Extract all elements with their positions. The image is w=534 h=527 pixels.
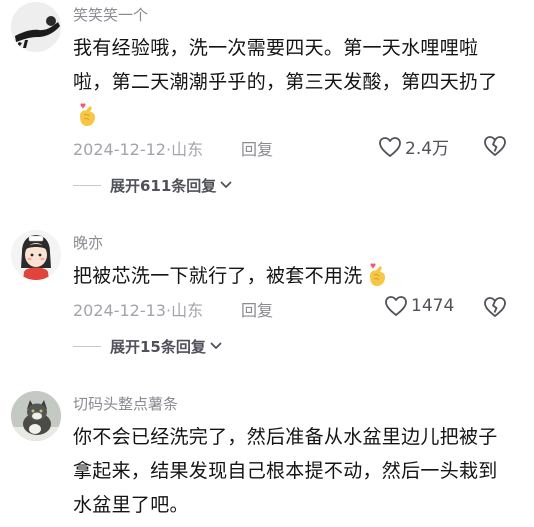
comment-meta: 2024-12-13·山东 回复 1474 xyxy=(73,295,513,321)
avatar-image xyxy=(11,230,61,280)
expand-replies-label: 展开611条回复 xyxy=(110,176,217,195)
finger-heart-emoji xyxy=(76,102,98,139)
finger-heart-emoji xyxy=(366,262,388,299)
expand-replies-label: 展开15条回复 xyxy=(110,337,206,356)
broken-heart-icon[interactable] xyxy=(483,135,507,157)
comment-text-content: 我有经验哦，洗一次需要四天。第一天水哩哩啦啦，第二天潮潮乎乎的，第三天发酸，第四… xyxy=(73,37,498,93)
comment-item: 切码头整点薯条 你不会已经洗完了，然后准备从水盆里边儿把被子拿起来，结果发现自己… xyxy=(0,389,534,527)
like-count: 2.4万 xyxy=(405,139,450,159)
comment-date: 2024-12-13 xyxy=(73,301,166,320)
broken-heart-icon[interactable] xyxy=(483,296,507,318)
avatar-image xyxy=(11,391,61,441)
chevron-down-icon xyxy=(210,342,222,349)
comment-date-location: 2024-12-12·山东 xyxy=(73,136,203,160)
divider-line xyxy=(73,345,101,347)
like-button[interactable]: 1474 xyxy=(384,295,454,317)
comment-username[interactable]: 晚亦 xyxy=(73,232,103,253)
expand-replies-button[interactable]: 展开611条回复 xyxy=(73,173,232,197)
like-count: 1474 xyxy=(411,296,455,316)
like-button[interactable]: 2.4万 xyxy=(378,134,449,159)
comment-location: 山东 xyxy=(171,301,204,320)
comment-text: 把被芯洗一下就行了，被套不用洗 xyxy=(73,259,513,299)
comment-username[interactable]: 笑笑笑一个 xyxy=(73,4,148,25)
comment-text: 你不会已经洗完了，然后准备从水盆里边儿把被子拿起来，结果发现自己根本提不动，然后… xyxy=(73,420,513,522)
comment-text-content: 你不会已经洗完了，然后准备从水盆里边儿把被子拿起来，结果发现自己根本提不动，然后… xyxy=(73,426,498,516)
comment-text: 我有经验哦，洗一次需要四天。第一天水哩哩啦啦，第二天潮潮乎乎的，第三天发酸，第四… xyxy=(73,31,513,139)
expand-replies-button[interactable]: 展开15条回复 xyxy=(73,334,222,358)
avatar-image xyxy=(11,2,61,52)
avatar[interactable] xyxy=(11,230,61,280)
avatar[interactable] xyxy=(11,2,61,52)
divider-line xyxy=(73,184,101,186)
comment-item: 笑笑笑一个 我有经验哦，洗一次需要四天。第一天水哩哩啦啦，第二天潮潮乎乎的，第三… xyxy=(0,0,534,200)
avatar[interactable] xyxy=(11,391,61,441)
heart-outline-icon xyxy=(385,296,407,316)
reply-button[interactable]: 回复 xyxy=(241,136,273,160)
heart-outline-icon xyxy=(379,136,401,157)
chevron-down-icon xyxy=(220,181,232,188)
comment-date-location: 2024-12-13·山东 xyxy=(73,297,203,321)
comment-item: 晚亦 把被芯洗一下就行了，被套不用洗 2024-12-13·山东 回复 1474… xyxy=(0,228,534,368)
comment-location: 山东 xyxy=(171,140,204,159)
comment-text-content: 把被芯洗一下就行了，被套不用洗 xyxy=(73,265,363,287)
comment-date: 2024-12-12 xyxy=(73,140,166,159)
comment-username[interactable]: 切码头整点薯条 xyxy=(73,393,178,414)
reply-button[interactable]: 回复 xyxy=(241,297,273,321)
comment-meta: 2024-12-12·山东 回复 2.4万 xyxy=(73,136,513,160)
